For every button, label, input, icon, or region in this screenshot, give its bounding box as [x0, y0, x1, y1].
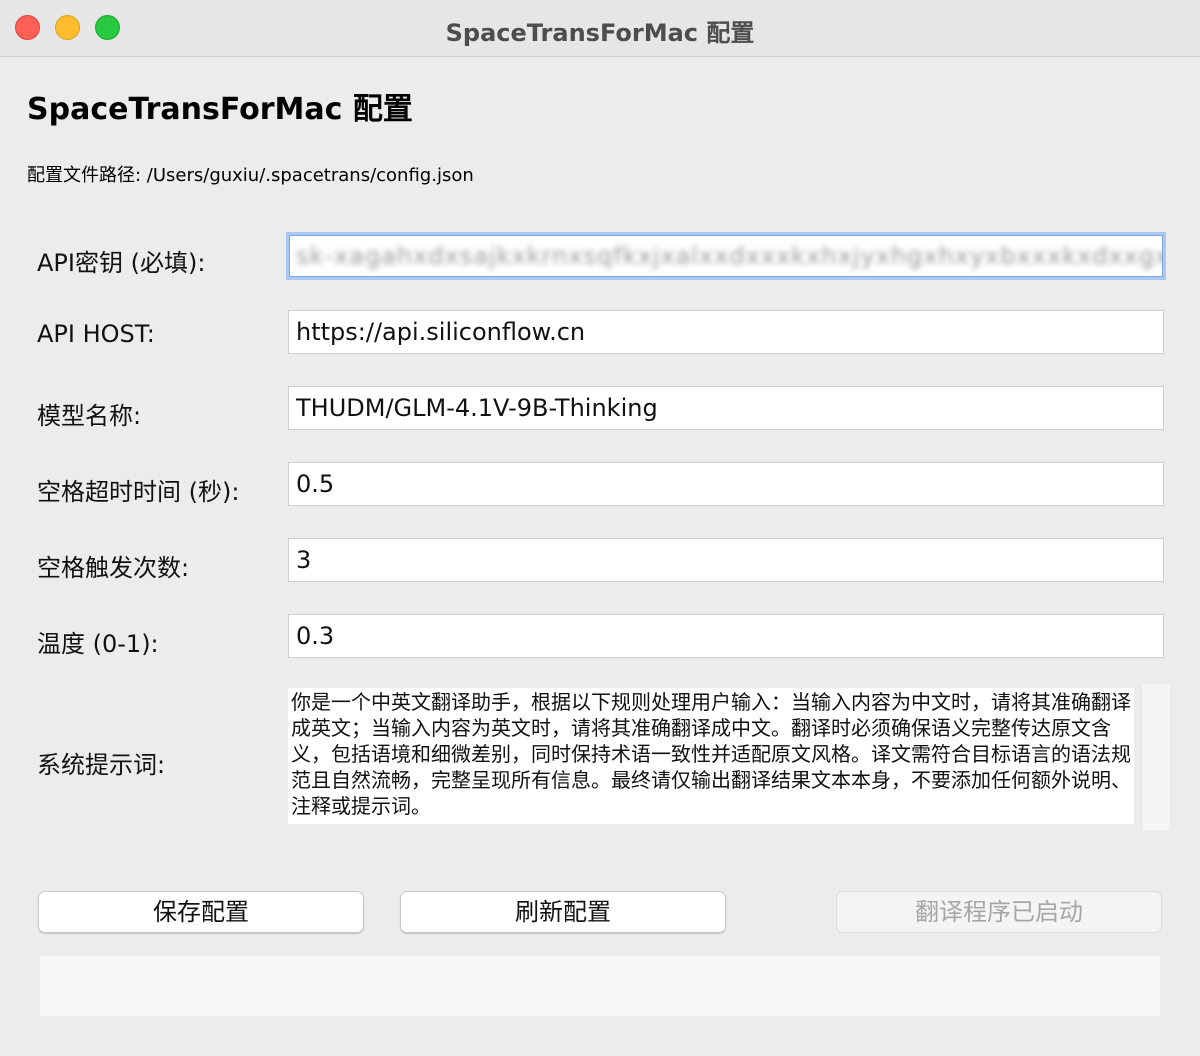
status-area — [40, 956, 1160, 1016]
translator-running-button: 翻译程序已启动 — [836, 891, 1162, 933]
api-key-value: sk-xagahxdxsajkxkrnxsqfkxjxalxxdxxxkxhxj… — [296, 242, 1166, 270]
title-bar[interactable]: SpaceTransForMac 配置 — [0, 0, 1200, 57]
space-timeout-label: 空格超时时间 (秒): — [37, 478, 240, 506]
system-prompt-label: 系统提示词: — [37, 751, 166, 779]
window-title: SpaceTransForMac 配置 — [445, 19, 755, 47]
config-path-text: 配置文件路径: /Users/guxiu/.spacetrans/config.… — [27, 165, 474, 186]
system-prompt-textarea[interactable]: 你是一个中英文翻译助手，根据以下规则处理用户输入：当输入内容为中文时，请将其准确… — [288, 688, 1134, 824]
temperature-label: 温度 (0-1): — [37, 630, 159, 658]
model-input[interactable]: THUDM/GLM-4.1V-9B-Thinking — [288, 386, 1164, 430]
save-config-button[interactable]: 保存配置 — [38, 891, 364, 933]
api-host-label: API HOST: — [37, 320, 155, 348]
api-key-label: API密钥 (必填): — [37, 249, 206, 277]
temperature-input[interactable]: 0.3 — [288, 614, 1164, 658]
refresh-config-button[interactable]: 刷新配置 — [400, 891, 726, 933]
api-host-input[interactable]: https://api.siliconflow.cn — [288, 310, 1164, 354]
config-window: SpaceTransForMac 配置 SpaceTransForMac 配置 … — [0, 0, 1200, 1056]
space-count-input[interactable]: 3 — [288, 538, 1164, 582]
space-count-label: 空格触发次数: — [37, 554, 190, 582]
api-key-input[interactable]: sk-xagahxdxsajkxkrnxsqfkxjxalxxdxxxkxhxj… — [286, 232, 1166, 280]
page-title: SpaceTransForMac 配置 — [27, 92, 413, 127]
space-timeout-input[interactable]: 0.5 — [288, 462, 1164, 506]
model-label: 模型名称: — [37, 402, 142, 430]
system-prompt-scrollbar[interactable] — [1141, 684, 1170, 830]
